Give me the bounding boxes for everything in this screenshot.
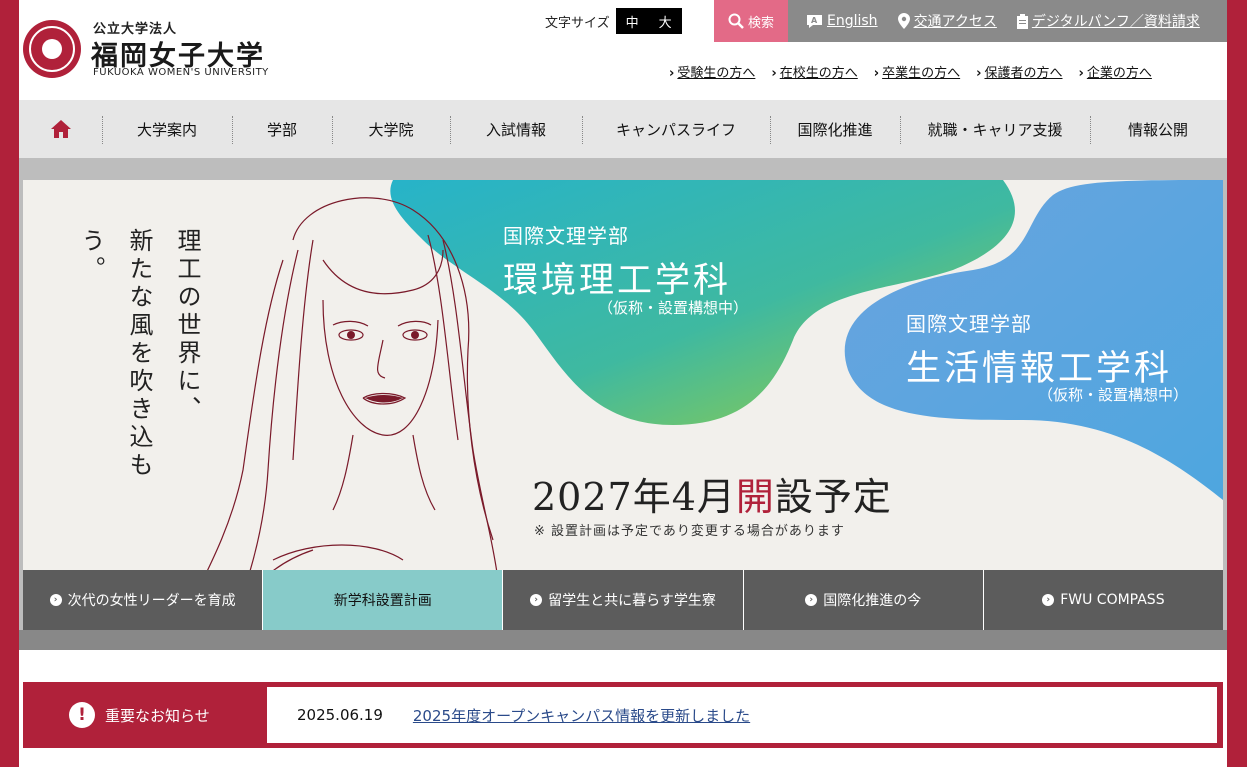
nav-item-graduate[interactable]: 大学院 [332,100,450,158]
nav-item-about[interactable]: 大学案内 [102,100,232,158]
font-size-selector: 文字サイズ 中 大 [545,8,682,34]
search-button[interactable]: 検索 [714,0,788,42]
opening-date: 2027年4月開設予定 [532,475,892,519]
chevron-right-icon: › [530,594,543,606]
chevron-right-icon: › [1042,594,1055,606]
audience-link-parents[interactable]: 保護者の方へ [976,62,1062,81]
english-link[interactable]: A English [806,13,878,29]
utility-bar: A English 交通アクセス デジタルパンフ／資料請求 [788,0,1227,42]
audience-link-alumni[interactable]: 卒業生の方へ [874,62,960,81]
home-icon [50,120,71,138]
font-size-medium-button[interactable]: 中 [615,8,649,34]
nav-item-disclosure[interactable]: 情報公開 [1090,100,1226,158]
hero-tabs: › 次代の女性リーダーを育成 新学科設置計画 › 留学生と共に暮らす学生寮 › … [23,570,1224,630]
tab-dormitory[interactable]: › 留学生と共に暮らす学生寮 [503,570,744,630]
dept1-name: 環境理工学科 [503,261,732,301]
chevron-right-icon: › [49,594,62,606]
dept2-faculty: 国際文理学部 [906,312,1032,336]
divider [1223,180,1227,650]
tab-women-leaders[interactable]: › 次代の女性リーダーを育成 [23,570,264,630]
font-size-label: 文字サイズ [545,15,610,31]
notice-link[interactable]: 2025年度オープンキャンパス情報を更新しました [413,705,750,726]
dept1-faculty: 国際文理学部 [503,224,629,248]
nav-item-campus-life[interactable]: キャンパスライフ [582,100,770,158]
divider [19,630,1227,650]
page: 公立大学法人 福岡女子大学 FUKUOKA WOMEN'S UNIVERSITY… [19,0,1227,767]
notice-item: 2025.06.19 2025年度オープンキャンパス情報を更新しました [267,687,1217,743]
document-icon [1016,13,1028,29]
dept2-note: （仮称・設置構想中） [1038,386,1189,404]
nav-item-international[interactable]: 国際化推進 [770,100,900,158]
global-nav: 大学案内 学部 大学院 入試情報 キャンパスライフ 国際化推進 就職・キャリア支… [19,100,1227,158]
hero-disclaimer: ※ 設置計画は予定であり変更する場合があります [534,524,845,539]
nav-item-admissions[interactable]: 入試情報 [450,100,582,158]
dept1-note: （仮称・設置構想中） [598,299,749,317]
nav-item-career[interactable]: 就職・キャリア支援 [900,100,1090,158]
tab-internationalization[interactable]: › 国際化推進の今 [743,570,984,630]
search-icon [728,13,744,29]
notice-date: 2025.06.19 [297,706,383,724]
hero-banner[interactable]: 理工の世界に、 新たな風を吹き込もう。 国際文理学部 環境理工学科 （仮称・設置… [23,180,1223,570]
alert-icon: ! [69,702,95,728]
audience-link-students[interactable]: 在校生の方へ [771,62,858,81]
home-button[interactable] [19,100,102,158]
university-logo[interactable]: 公立大学法人 福岡女子大学 FUKUOKA WOMEN'S UNIVERSITY [23,18,293,82]
chevron-right-icon: › [805,594,818,606]
nav-item-faculties[interactable]: 学部 [232,100,332,158]
access-link[interactable]: 交通アクセス [897,11,997,31]
tab-new-department[interactable]: 新学科設置計画 [263,570,504,630]
audience-link-applicants[interactable]: 受験生の方へ [669,62,755,81]
search-label: 検索 [747,15,774,31]
logo-en: FUKUOKA WOMEN'S UNIVERSITY [93,67,269,78]
seal-icon [23,20,81,78]
audience-links: 受験生の方へ 在校生の方へ 卒業生の方へ 保護者の方へ 企業の方へ [669,62,1152,81]
portrait-illustration [207,197,498,570]
font-size-large-button[interactable]: 大 [648,8,682,34]
tab-fwu-compass[interactable]: › FWU COMPASS [983,570,1224,630]
audience-link-companies[interactable]: 企業の方へ [1079,62,1152,81]
pamphlet-link[interactable]: デジタルパンフ／資料請求 [1016,11,1200,31]
language-icon: A [807,14,822,28]
important-notice: ! 重要なお知らせ 2025.06.19 2025年度オープンキャンパス情報を更… [23,682,1223,748]
map-pin-icon [897,13,910,29]
notice-heading: ! 重要なお知らせ [69,682,210,748]
divider [19,158,1227,180]
svg-text:A: A [811,16,818,25]
notice-label: 重要なお知らせ [105,706,210,725]
